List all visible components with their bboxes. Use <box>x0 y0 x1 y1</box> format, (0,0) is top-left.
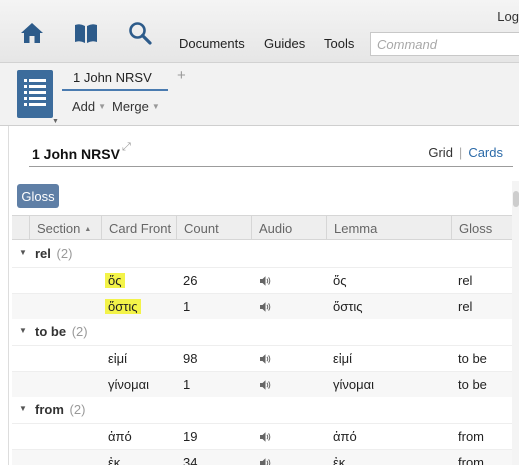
group-count: (2) <box>56 246 73 261</box>
gloss-cell: rel <box>458 299 473 314</box>
collapse-caret-icon[interactable]: ▼ <box>19 326 27 335</box>
speaker-icon[interactable] <box>259 457 271 465</box>
group-label: from (2) <box>35 402 85 417</box>
grid-list-icon[interactable] <box>17 70 53 118</box>
sort-ascending-icon: ▲ <box>84 226 92 233</box>
tab-1-john-nrsv[interactable]: 1 John NRSV <box>62 63 168 91</box>
view-switch: Grid | Cards <box>428 145 503 160</box>
gloss-cell: to be <box>458 351 487 366</box>
view-cards-link[interactable]: Cards <box>468 145 503 160</box>
count-cell: 26 <box>183 273 198 288</box>
speaker-icon[interactable] <box>259 353 271 368</box>
column-header-gloss[interactable]: Gloss <box>451 216 512 240</box>
login-link[interactable]: Log <box>497 9 519 24</box>
group-row-rel[interactable]: ▼ rel (2) <box>12 241 512 267</box>
group-label: rel (2) <box>35 246 72 261</box>
card-front-cell: ἐκ <box>108 455 121 465</box>
menu-guides[interactable]: Guides <box>264 36 305 51</box>
grid-header: Section ▲ Card Front Count Audio Lemma Gl… <box>12 215 512 240</box>
merge-caret-icon: ▼ <box>151 102 160 111</box>
group-name: rel <box>35 246 51 261</box>
group-count: (2) <box>71 324 88 339</box>
column-header-section-label: Section <box>37 221 81 236</box>
expand-icon[interactable]: ⤢ <box>122 141 131 154</box>
gloss-cell: rel <box>458 273 473 288</box>
document-content: 1 John NRSV ⤢ Grid | Cards Gloss Section ▲ … <box>8 126 519 465</box>
scrollbar-thumb[interactable] <box>513 191 519 207</box>
add-button[interactable]: Add ▼ <box>72 99 106 114</box>
speaker-icon[interactable] <box>259 275 271 290</box>
table-row[interactable]: εἰμί 98 εἰμί to be <box>12 345 512 371</box>
library-icon[interactable] <box>69 18 103 48</box>
highlighted-text: ὅστις <box>105 299 141 314</box>
search-icon[interactable] <box>123 18 157 48</box>
group-row-from[interactable]: ▼ from (2) <box>12 397 512 423</box>
gloss-cell: from <box>458 429 484 444</box>
group-row-to-be[interactable]: ▼ to be (2) <box>12 319 512 345</box>
table-row[interactable]: ἐκ 34 ἐκ from <box>12 449 512 465</box>
view-separator: | <box>458 145 463 160</box>
app-window: Documents Guides Tools Log ▼ 1 John NRSV… <box>0 0 519 465</box>
lemma-cell: ἀπό <box>333 429 357 444</box>
menu-tools[interactable]: Tools <box>324 36 354 51</box>
home-icon[interactable] <box>15 18 49 48</box>
view-grid-link[interactable]: Grid <box>428 145 453 160</box>
menu-documents[interactable]: Documents <box>179 36 245 51</box>
collapse-caret-icon[interactable]: ▼ <box>19 248 27 257</box>
command-input[interactable] <box>370 32 519 56</box>
column-header-spacer <box>12 216 29 240</box>
merge-label: Merge <box>112 99 149 114</box>
column-header-section[interactable]: Section ▲ <box>29 216 101 240</box>
group-label: to be (2) <box>35 324 88 339</box>
speaker-icon[interactable] <box>259 379 271 394</box>
column-header-count[interactable]: Count <box>176 216 251 240</box>
vertical-scrollbar[interactable] <box>512 181 519 465</box>
speaker-icon[interactable] <box>259 301 271 316</box>
group-count: (2) <box>69 402 86 417</box>
add-tab-button[interactable]: + <box>177 67 186 84</box>
table-row[interactable]: ἀπό 19 ἀπό from <box>12 423 512 449</box>
speaker-icon[interactable] <box>259 431 271 446</box>
flashcard-grid: Section ▲ Card Front Count Audio Lemma Gl… <box>12 215 512 465</box>
count-cell: 1 <box>183 377 191 392</box>
tab-label: 1 John NRSV <box>73 70 152 85</box>
card-front-cell: γίνομαι <box>108 377 150 392</box>
document-title: 1 John NRSV <box>32 146 120 162</box>
gloss-cell: from <box>458 455 484 465</box>
gloss-button[interactable]: Gloss <box>17 184 59 208</box>
table-row[interactable]: ὅστις 1 ὅστις rel <box>12 293 512 319</box>
table-row[interactable]: γίνομαι 1 γίνομαι to be <box>12 371 512 397</box>
card-front-cell: ἀπό <box>108 429 132 444</box>
column-header-card-front[interactable]: Card Front <box>101 216 176 240</box>
add-label: Add <box>72 99 96 114</box>
main-toolbar: Documents Guides Tools Log <box>0 0 519 63</box>
add-caret-icon: ▼ <box>98 102 107 111</box>
table-row[interactable]: ὅς 26 ὅς rel <box>12 267 512 293</box>
document-panel-header: ▼ 1 John NRSV + Add ▼ Merge ▼ <box>0 63 519 126</box>
merge-button[interactable]: Merge ▼ <box>112 99 160 114</box>
lemma-cell: γίνομαι <box>333 377 375 392</box>
group-name: from <box>35 402 64 417</box>
title-divider <box>29 166 513 167</box>
column-header-audio[interactable]: Audio <box>251 216 326 240</box>
card-front-cell: ὅστις <box>105 299 141 314</box>
lemma-cell: εἰμί <box>333 351 353 366</box>
count-cell: 19 <box>183 429 198 444</box>
column-header-lemma[interactable]: Lemma <box>326 216 451 240</box>
panel-menu-caret-icon[interactable]: ▼ <box>52 118 59 125</box>
highlighted-text: ὅς <box>105 273 125 288</box>
count-cell: 1 <box>183 299 191 314</box>
collapse-caret-icon[interactable]: ▼ <box>19 404 27 413</box>
gloss-cell: to be <box>458 377 487 392</box>
lemma-cell: ἐκ <box>333 455 346 465</box>
card-front-cell: ὅς <box>105 273 125 288</box>
lemma-cell: ὅς <box>333 273 347 288</box>
lemma-cell: ὅστις <box>333 299 363 314</box>
group-name: to be <box>35 324 67 339</box>
count-cell: 98 <box>183 351 198 366</box>
card-front-cell: εἰμί <box>108 351 128 366</box>
count-cell: 34 <box>183 455 198 465</box>
